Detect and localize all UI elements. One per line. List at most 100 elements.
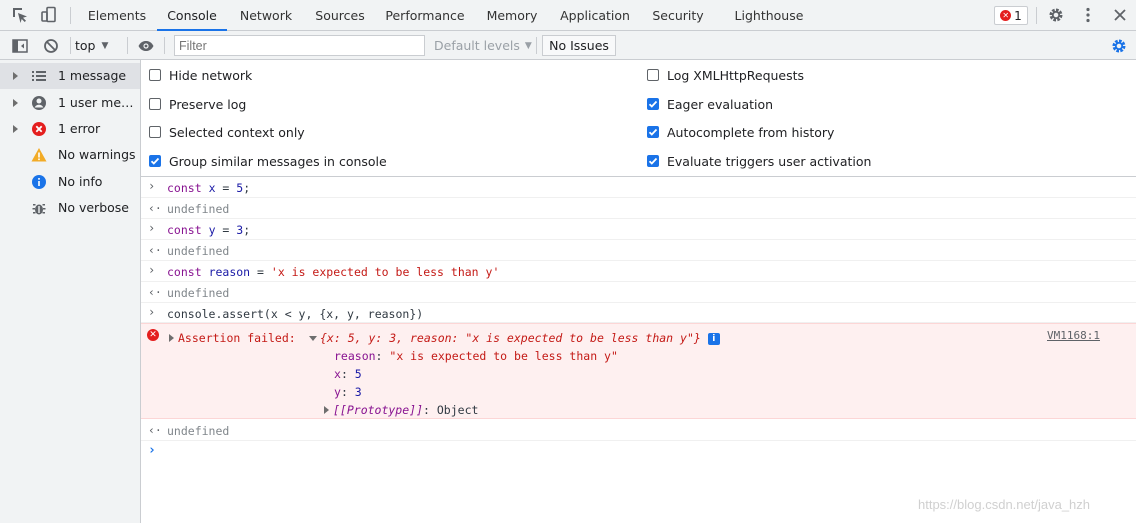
evaluate-triggers-checkbox[interactable]: Evaluate triggers user activation (647, 151, 871, 171)
checkbox-checked[interactable] (647, 126, 659, 138)
console-sidebar: 1 message 1 user messages 1 error No war… (0, 60, 141, 523)
console-input-row: › const y = 3; (141, 219, 1136, 240)
sidebar-item-user-messages[interactable]: 1 user messages (0, 90, 140, 116)
checkbox-checked[interactable] (149, 155, 161, 167)
object-property-y: y: 3 (334, 385, 362, 399)
checkbox-checked[interactable] (647, 98, 659, 110)
user-icon (31, 95, 47, 111)
issues-button[interactable]: No Issues (542, 35, 616, 56)
devtools-tabbar: Elements Console Network Sources Perform… (0, 0, 1136, 31)
tab-performance[interactable]: Performance (382, 0, 468, 31)
log-xhr-checkbox[interactable]: Log XMLHttpRequests (647, 65, 804, 85)
option-label: Preserve log (169, 96, 247, 112)
checkbox[interactable] (149, 126, 161, 138)
sidebar-item-info[interactable]: No info (0, 169, 140, 195)
assertion-object-summary[interactable]: {x: 5, y: 3, reason: "x is expected to b… (309, 331, 720, 345)
selected-context-only-checkbox[interactable]: Selected context only (149, 122, 305, 142)
sidebar-item-verbose[interactable]: No verbose (0, 195, 140, 221)
error-count-badge[interactable]: ✕ 1 (994, 6, 1028, 25)
log-levels-dropdown[interactable]: Default levels ▼ (434, 31, 532, 60)
sidebar-item-errors[interactable]: 1 error (0, 116, 140, 142)
object-property-prototype[interactable]: [[Prototype]]: Object (324, 403, 478, 417)
toolbar-divider (1036, 7, 1037, 24)
tab-application[interactable]: Application (555, 0, 635, 31)
close-icon[interactable] (1111, 6, 1129, 24)
eye-icon[interactable] (137, 37, 155, 55)
autocomplete-history-checkbox[interactable]: Autocomplete from history (647, 122, 834, 142)
object-property-reason: reason: "x is expected to be less than y… (334, 349, 618, 363)
checkbox[interactable] (149, 69, 161, 81)
sidebar-item-label: 1 message (58, 68, 127, 83)
sidebar-item-warnings[interactable]: No warnings (0, 142, 140, 168)
property-key: y (334, 385, 341, 399)
device-toolbar-icon[interactable] (40, 6, 58, 24)
tab-memory[interactable]: Memory (480, 0, 544, 31)
clear-console-icon[interactable] (42, 37, 60, 55)
expand-arrow-icon[interactable] (13, 125, 18, 133)
property-key: reason (334, 349, 376, 363)
collapse-arrow-icon[interactable] (309, 336, 317, 341)
context-selector[interactable]: top ▼ (75, 31, 108, 60)
eager-evaluation-checkbox[interactable]: Eager evaluation (647, 94, 773, 114)
tab-elements[interactable]: Elements (84, 0, 150, 31)
checkbox[interactable] (149, 98, 161, 110)
console-input-row: › console.assert(x < y, {x, y, reason}) (141, 303, 1136, 323)
console-input-code: const x = 5; (167, 181, 251, 195)
property-value: "x is expected to be less than y" (389, 349, 618, 363)
result-value: undefined (167, 244, 230, 258)
checkbox-checked[interactable] (647, 155, 659, 167)
input-prompt-icon: › (148, 179, 156, 193)
preserve-log-checkbox[interactable]: Preserve log (149, 94, 246, 114)
console-toolbar: top ▼ Default levels ▼ No Issues (0, 31, 1136, 60)
console-output: › const x = 5; ‹· undefined › const y = … (141, 177, 1136, 523)
error-icon: ✕ (147, 329, 159, 341)
tab-lighthouse[interactable]: Lighthouse (730, 0, 808, 31)
result-arrow-icon: ‹· (148, 243, 162, 257)
expand-arrow-icon[interactable] (169, 334, 174, 342)
object-preview: {x: 5, y: 3, reason: "x is expected to b… (320, 331, 701, 345)
property-value: Object (436, 403, 479, 417)
console-settings-gear-icon[interactable] (1110, 37, 1128, 55)
sidebar-toggle-icon[interactable] (11, 37, 29, 55)
tab-network[interactable]: Network (234, 0, 298, 31)
source-link[interactable]: VM1168:1 (1047, 329, 1100, 342)
expand-arrow-icon[interactable] (324, 406, 329, 414)
tab-security[interactable]: Security (647, 0, 709, 31)
context-label: top (75, 38, 96, 53)
info-icon (31, 174, 47, 190)
property-value: 3 (354, 385, 362, 399)
input-prompt-icon: › (148, 305, 156, 319)
inspect-element-icon[interactable] (11, 6, 29, 24)
toolbar-divider (70, 37, 71, 54)
sidebar-item-label: No verbose (58, 200, 129, 215)
console-input-row: › const reason = 'x is expected to be le… (141, 261, 1136, 282)
assertion-summary[interactable]: Assertion failed: (169, 331, 296, 345)
result-value: undefined (167, 202, 230, 216)
filter-input[interactable] (174, 35, 425, 56)
warning-icon (31, 147, 47, 163)
expand-arrow-icon[interactable] (13, 72, 18, 80)
info-icon[interactable]: i (707, 333, 720, 345)
group-similar-checkbox[interactable]: Group similar messages in console (149, 151, 387, 171)
tab-console[interactable]: Console (157, 0, 227, 31)
console-input-code: console.assert(x < y, {x, y, reason}) (167, 307, 424, 321)
console-input-code: const reason = 'x is expected to be less… (167, 265, 500, 279)
gear-icon[interactable] (1047, 6, 1065, 24)
error-icon (31, 121, 47, 137)
log-levels-label: Default levels (434, 38, 520, 53)
hide-network-checkbox[interactable]: Hide network (149, 65, 252, 85)
sidebar-item-messages[interactable]: 1 message (0, 63, 140, 89)
option-label: Evaluate triggers user activation (667, 153, 872, 169)
input-prompt-icon: › (148, 443, 156, 458)
toolbar-divider (127, 37, 128, 54)
checkbox[interactable] (647, 69, 659, 81)
option-label: Log XMLHttpRequests (667, 67, 805, 83)
option-label: Hide network (169, 67, 253, 83)
tab-sources[interactable]: Sources (309, 0, 371, 31)
chevron-down-icon: ▼ (101, 40, 109, 51)
sidebar-item-label: 1 error (58, 121, 101, 136)
option-label: Selected context only (169, 124, 305, 140)
watermark-text: https://blog.csdn.net/java_hzh (918, 497, 1091, 512)
expand-arrow-icon[interactable] (13, 99, 18, 107)
more-options-icon[interactable] (1079, 6, 1097, 24)
